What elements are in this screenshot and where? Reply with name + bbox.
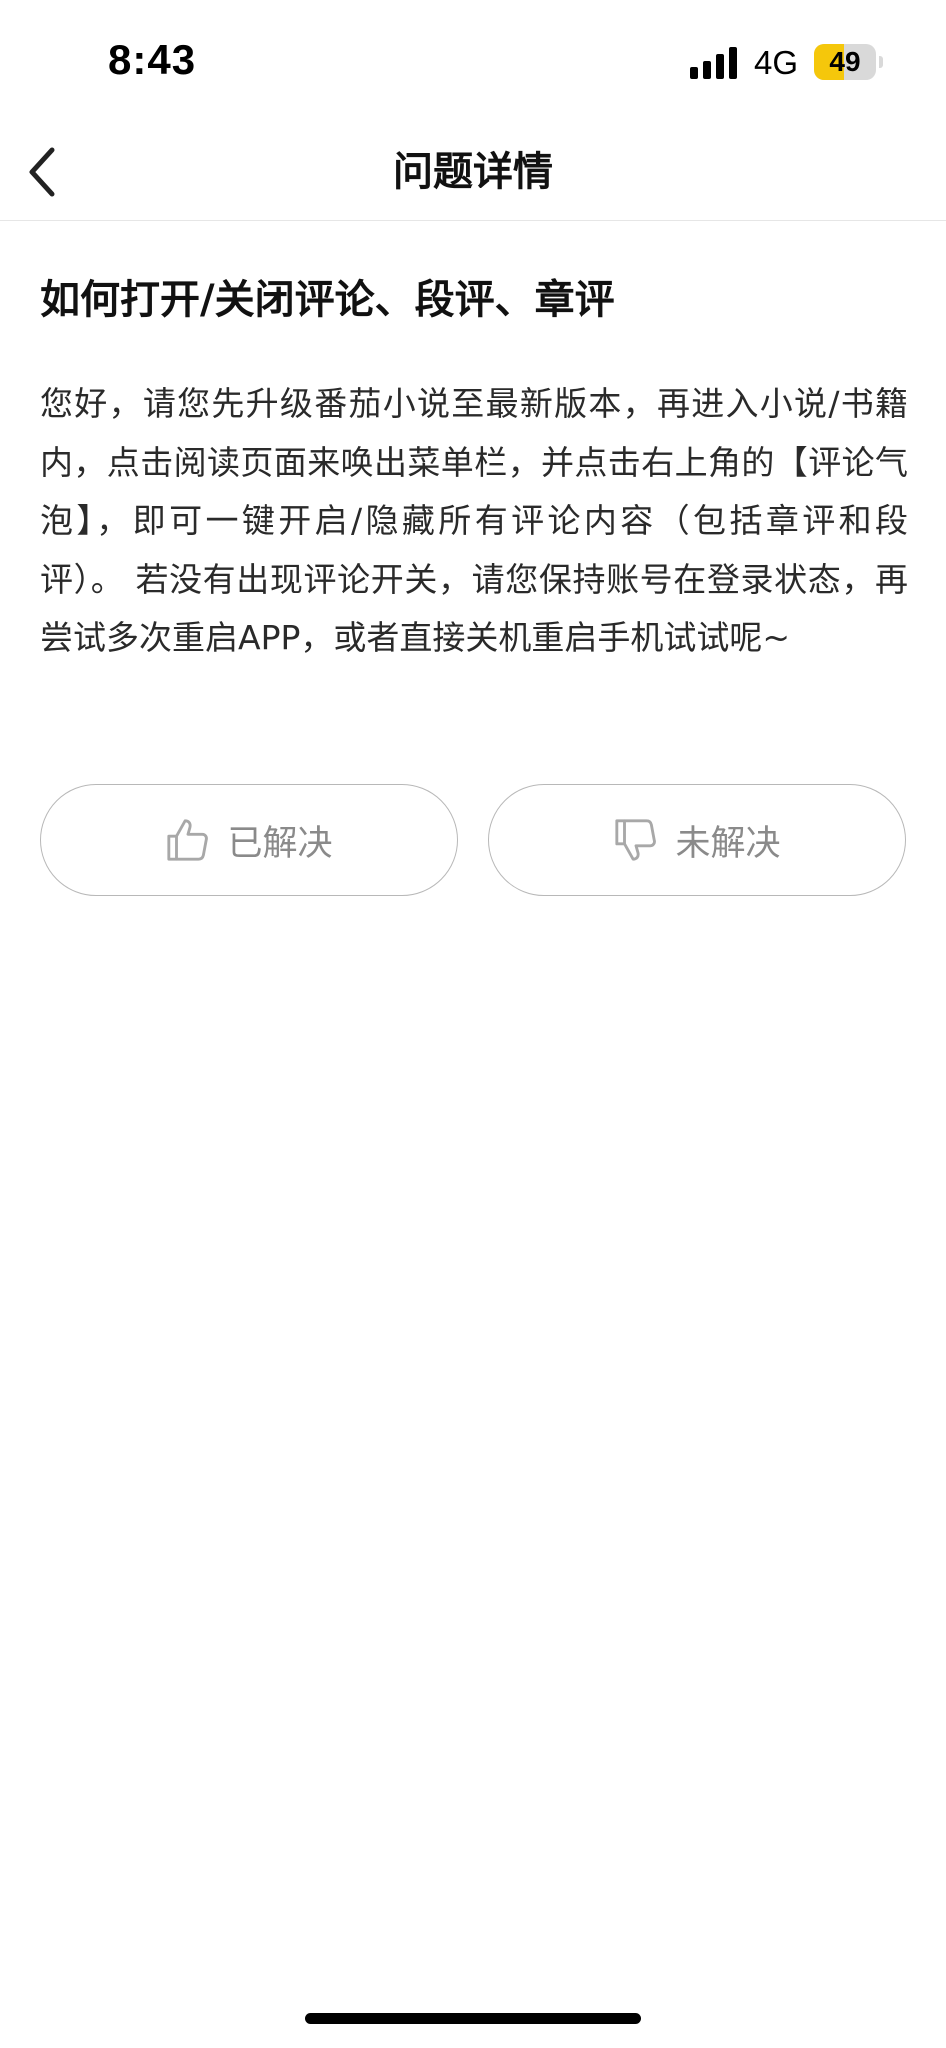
status-time: 8:43: [108, 36, 197, 83]
back-button[interactable]: [14, 130, 90, 214]
thumbs-up-icon: [167, 819, 209, 861]
unresolved-button[interactable]: 未解决: [488, 784, 906, 896]
question-title: 如何打开/关闭评论、段评、章评: [40, 277, 615, 323]
chevron-left-icon: [29, 147, 55, 197]
answer-text: 您好，请您先升级番茄小说至最新版本，再进入小说/书籍内，点击阅读页面来唤出菜单栏…: [40, 384, 908, 657]
battery-level-text: 49: [829, 46, 861, 77]
network-type-label: 4G: [754, 44, 799, 81]
feedback-row: 已解决 未解决: [40, 784, 908, 898]
page-title: 问题详情: [393, 149, 553, 195]
resolved-label: 已解决: [227, 823, 333, 864]
thumbs-down-icon: [615, 819, 657, 861]
battery-icon: 49: [814, 44, 883, 80]
status-bar: 8:43 4G 49: [0, 0, 946, 124]
cellular-signal-icon: [690, 47, 737, 79]
home-indicator[interactable]: [305, 2013, 641, 2024]
nav-bar: 问题详情: [0, 124, 946, 221]
resolved-button[interactable]: 已解决: [40, 784, 458, 896]
unresolved-label: 未解决: [675, 823, 781, 864]
